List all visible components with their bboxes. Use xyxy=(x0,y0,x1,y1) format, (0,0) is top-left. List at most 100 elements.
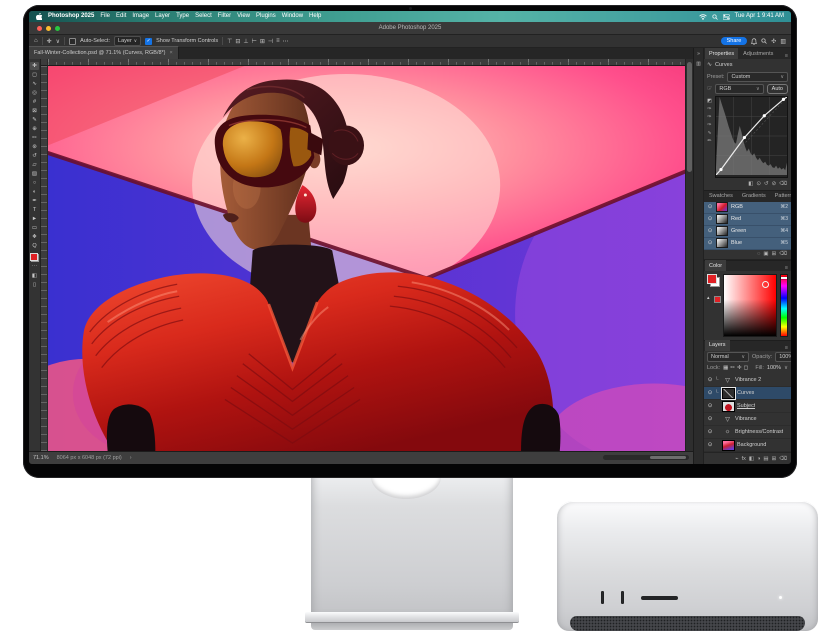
channels-footer-icon-0[interactable]: ◌ xyxy=(757,251,760,257)
color-cursor[interactable] xyxy=(762,281,769,288)
tab-swatches[interactable]: Swatches xyxy=(705,191,737,202)
channel-row-rgb[interactable]: ⊙RGB⌘2 xyxy=(704,202,791,214)
collapse-panels-icon[interactable]: » xyxy=(697,51,700,57)
layers-footer-icon-3[interactable]: ◑ xyxy=(757,456,760,462)
menu-item-app[interactable]: Photoshop 2025 xyxy=(48,11,94,22)
layers-footer-icon-4[interactable]: ▤ xyxy=(763,456,768,462)
visibility-eye-icon[interactable]: ⊙ xyxy=(707,429,713,435)
hue-slider[interactable] xyxy=(780,274,788,336)
lock-icon-0[interactable]: ▦ xyxy=(723,365,728,371)
align-icon-6[interactable]: ≡ xyxy=(276,38,280,45)
document-canvas[interactable] xyxy=(48,66,685,451)
visibility-eye-icon[interactable]: ⊙ xyxy=(707,216,713,222)
vertical-scrollbar-thumb[interactable] xyxy=(687,62,692,172)
visibility-eye-icon[interactable]: ⊙ xyxy=(707,228,713,234)
layers-footer-icon-2[interactable]: ◧ xyxy=(749,456,754,462)
tool-type-icon[interactable]: T xyxy=(30,206,39,214)
share-button[interactable]: Share xyxy=(721,37,748,45)
home-icon[interactable]: ⌂ xyxy=(34,38,38,44)
tool-marquee-icon[interactable]: ◻ xyxy=(30,71,39,79)
close-tab-icon[interactable]: × xyxy=(170,50,173,56)
layer-row-background[interactable]: ⊙Background xyxy=(704,439,791,452)
tool-pen-icon[interactable]: ✒ xyxy=(30,197,39,205)
layer-name[interactable]: Vibrance xyxy=(735,416,757,422)
menu-clock[interactable]: Tue Apr 1 9:41 AM xyxy=(735,11,784,22)
tool-lasso-icon[interactable]: ∿ xyxy=(30,80,39,88)
color-field[interactable] xyxy=(723,274,777,336)
visibility-eye-icon[interactable]: ⊙ xyxy=(707,390,713,396)
layer-thumbnail[interactable] xyxy=(722,388,735,399)
hue-slider-marker[interactable] xyxy=(781,277,787,279)
horizontal-scrollbar-thumb[interactable] xyxy=(650,456,686,459)
tool-frame-icon[interactable]: ⊠ xyxy=(30,107,39,115)
notifications-bell-icon[interactable] xyxy=(751,38,757,45)
layers-footer-icon-0[interactable]: ⌁ xyxy=(735,456,738,462)
tool-hand-icon[interactable]: ❖ xyxy=(30,233,39,241)
collapsed-panel-icon[interactable]: ▥ xyxy=(696,61,701,67)
curve-tool-icon-4[interactable]: ∿ xyxy=(707,130,711,136)
ps-search-icon[interactable] xyxy=(761,38,767,44)
visibility-eye-icon[interactable]: ⊙ xyxy=(707,403,713,409)
align-icon-7[interactable]: ⋯ xyxy=(283,38,289,45)
curve-tool-icon-3[interactable]: ✑ xyxy=(707,122,711,128)
channel-row-green[interactable]: ⊙Green⌘4 xyxy=(704,226,791,238)
opacity-select[interactable]: 100% ∨ xyxy=(775,352,791,362)
tool-move-icon[interactable]: ✛ xyxy=(30,62,39,70)
tool-spot-healing-icon[interactable]: ⊕ xyxy=(30,125,39,133)
tool-eyedropper-icon[interactable]: ✎ xyxy=(30,116,39,124)
lock-icon-2[interactable]: ✛ xyxy=(737,365,742,371)
layer-row-vibrance-2[interactable]: ⊙└▽Vibrance 2 xyxy=(704,374,791,387)
layer-name[interactable]: Background xyxy=(737,442,766,448)
layer-row-brightness-contrast[interactable]: ⊙☼Brightness/Contrast xyxy=(704,426,791,439)
zoom-level[interactable]: 71.1% xyxy=(33,455,49,461)
tool-dodge-icon[interactable]: ◐ xyxy=(30,188,39,196)
discover-icon[interactable]: ✣ xyxy=(771,38,776,45)
toolbar-color-swatches[interactable] xyxy=(30,253,39,262)
menu-item-layer[interactable]: Layer xyxy=(155,11,170,22)
tab-color[interactable]: Color xyxy=(705,260,726,271)
layer-name[interactable]: Brightness/Contrast xyxy=(735,429,783,435)
layer-row-curves[interactable]: ⊙└Curves xyxy=(704,387,791,400)
visibility-eye-icon[interactable]: ⊙ xyxy=(707,416,713,422)
layers-footer-icon-6[interactable]: ⌫ xyxy=(779,456,787,462)
tab-properties[interactable]: Properties xyxy=(705,48,738,59)
tool-blur-icon[interactable]: ○ xyxy=(30,179,39,187)
document-tab[interactable]: Fall-Winter-Collection.psd @ 71.1% (Curv… xyxy=(29,46,179,59)
curve-tool-icon-0[interactable]: ◩ xyxy=(707,98,712,104)
apple-menu-icon[interactable] xyxy=(36,13,42,20)
lock-icon-1[interactable]: ✏ xyxy=(730,365,735,371)
wifi-icon[interactable] xyxy=(699,14,707,20)
layers-footer-icon-5[interactable]: ⊞ xyxy=(772,456,777,462)
blend-mode-select[interactable]: Normal ∨ xyxy=(707,352,749,362)
menu-item-edit[interactable]: Edit xyxy=(116,11,126,22)
layer-row-subject[interactable]: ⊙ Subject xyxy=(704,400,791,413)
layer-name[interactable]: Curves xyxy=(737,390,754,396)
show-transform-checkbox[interactable]: ✓ xyxy=(145,38,152,45)
targeted-adjustment-icon[interactable]: ☞ xyxy=(707,85,712,92)
menu-item-type[interactable]: Type xyxy=(176,11,189,22)
menu-item-view[interactable]: View xyxy=(237,11,250,22)
menu-item-filter[interactable]: Filter xyxy=(218,11,231,22)
align-icon-2[interactable]: ⊥ xyxy=(243,38,248,45)
tab-gradients[interactable]: Gradients xyxy=(738,191,770,202)
visibility-eye-icon[interactable]: ⊙ xyxy=(707,377,713,383)
auto-button[interactable]: Auto xyxy=(767,84,788,94)
tool-history-brush-icon[interactable]: ↺ xyxy=(30,152,39,160)
channel-row-red[interactable]: ⊙Red⌘3 xyxy=(704,214,791,226)
tool-preset-caret-icon[interactable]: ∨ xyxy=(56,38,60,45)
tool-quick-mask-icon[interactable]: ◧ xyxy=(30,272,39,280)
align-icon-4[interactable]: ⊞ xyxy=(260,38,265,45)
fg-bg-swatches[interactable] xyxy=(707,274,720,287)
tab-layers[interactable]: Layers xyxy=(705,340,730,351)
layers-footer-icon-1[interactable]: fx xyxy=(742,456,746,462)
visibility-eye-icon[interactable]: ⊙ xyxy=(707,204,713,210)
menu-item-help[interactable]: Help xyxy=(309,11,321,22)
auto-select-checkbox[interactable] xyxy=(69,38,76,45)
zoom-window-button[interactable] xyxy=(55,26,60,31)
preset-select[interactable]: Custom ∨ xyxy=(727,72,788,82)
layer-name[interactable]: Subject xyxy=(737,403,755,409)
curve-plot[interactable] xyxy=(715,96,788,178)
menu-item-image[interactable]: Image xyxy=(132,11,149,22)
menu-item-plugins[interactable]: Plugins xyxy=(256,11,276,22)
tab-adjustments[interactable]: Adjustments xyxy=(739,48,777,59)
